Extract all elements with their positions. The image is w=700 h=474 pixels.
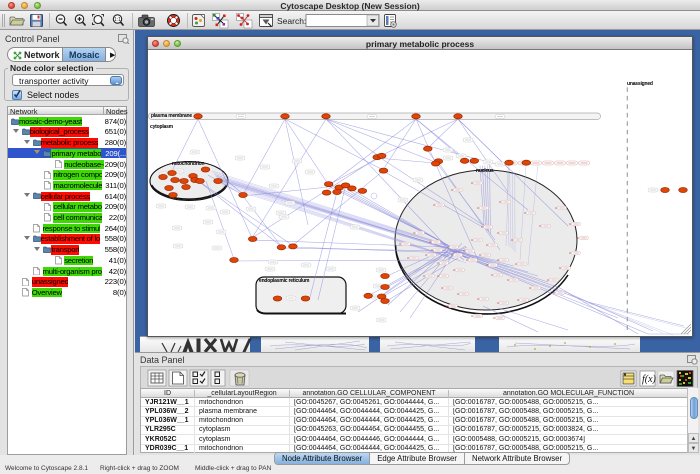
svg-text:1:1: 1:1	[114, 17, 121, 23]
svg-text:Search:: Search:	[277, 16, 306, 26]
svg-text:f(x): f(x)	[642, 374, 657, 385]
